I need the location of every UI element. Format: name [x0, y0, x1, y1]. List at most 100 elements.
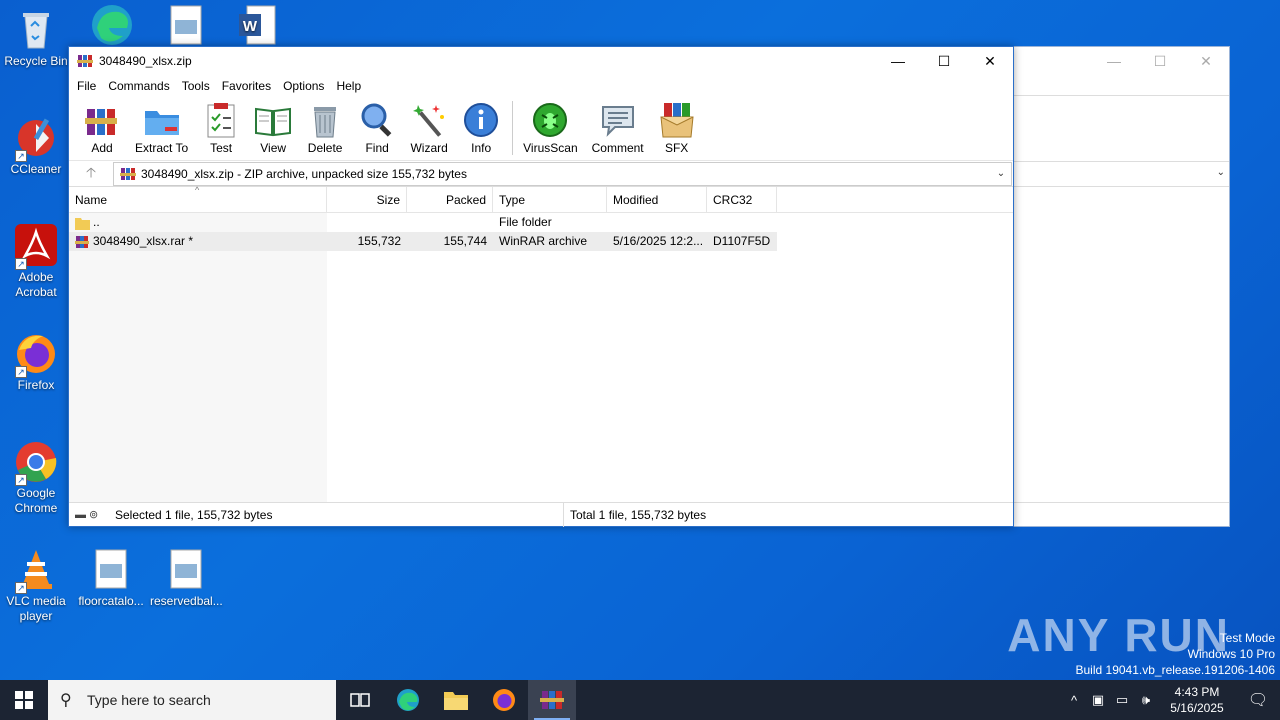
column-packed[interactable]: Packed: [407, 186, 493, 213]
virusscan-button[interactable]: VirusScan: [519, 97, 581, 155]
drive-icons[interactable]: ▬ ⊚: [69, 508, 113, 521]
maximize-button[interactable]: ☐: [921, 47, 967, 75]
desktop-icon-label: Recycle Bin: [4, 54, 68, 68]
extract-to-button[interactable]: Extract To: [131, 97, 192, 155]
taskbar-edge[interactable]: [384, 680, 432, 720]
winrar-window[interactable]: 3048490_xlsx.zip — ☐ ✕ File Commands Too…: [68, 46, 1014, 527]
info-button[interactable]: Info: [458, 97, 504, 155]
desktop-icon-firefox[interactable]: ↗ Firefox: [0, 330, 72, 393]
view-button[interactable]: View: [250, 97, 296, 155]
close-button[interactable]: ✕: [967, 47, 1013, 75]
test-button[interactable]: Test: [198, 97, 244, 155]
info-label: Info: [471, 141, 492, 155]
up-arrow-icon[interactable]: 🡡: [69, 162, 113, 186]
image-file-icon: [163, 546, 209, 592]
sfx-icon: [660, 103, 694, 138]
os-info-line: Build 19041.vb_release.191206-1406: [1075, 663, 1276, 677]
image-file-icon: [163, 2, 209, 48]
desktop-icon-google-chrome[interactable]: ↗ Google Chrome: [0, 438, 72, 516]
desktop-icon-recycle-bin[interactable]: Recycle Bin: [0, 6, 72, 69]
shortcut-arrow-icon: ↗: [15, 258, 27, 270]
volume-icon[interactable]: 🕪: [1134, 692, 1158, 708]
column-modified[interactable]: Modified: [607, 186, 707, 213]
desktop-icon-label: floorcatalo...: [78, 594, 144, 608]
network-icon[interactable]: ▭: [1110, 692, 1134, 708]
file-list[interactable]: .. File folder 3048490_xlsx.rar * 155,73…: [69, 213, 1013, 525]
winrar-app-icon: [77, 55, 93, 67]
column-crc32[interactable]: CRC32: [707, 186, 777, 213]
start-button[interactable]: [0, 680, 48, 720]
sfx-button[interactable]: SFX: [654, 97, 700, 155]
row-packed: [407, 213, 493, 232]
menu-favorites[interactable]: Favorites: [220, 79, 279, 93]
menu-file[interactable]: File: [75, 79, 104, 93]
title-bar[interactable]: 3048490_xlsx.zip — ☐ ✕: [69, 47, 1013, 75]
column-type[interactable]: Type: [493, 186, 607, 213]
vlc-icon: ↗: [13, 546, 59, 594]
menu-bar: File Commands Tools Favorites Options He…: [69, 75, 1013, 97]
search-placeholder: Type here to search: [87, 692, 211, 708]
desktop-icon-ccleaner[interactable]: ↗ CCleaner: [0, 114, 72, 177]
divider: [1014, 161, 1229, 162]
row-modified: [607, 213, 707, 232]
taskbar-winrar[interactable]: [528, 680, 576, 720]
device-icon[interactable]: ▣: [1086, 692, 1110, 708]
status-total: Total 1 file, 155,732 bytes: [570, 507, 707, 522]
task-view-button[interactable]: [336, 680, 384, 720]
add-label: Add: [91, 141, 113, 155]
minimize-button[interactable]: —: [875, 47, 921, 75]
menu-options[interactable]: Options: [281, 79, 332, 93]
wizard-icon: [413, 105, 445, 137]
windows-test-mode-info: Test Mode Windows 10 Pro Build 19041.vb_…: [1076, 630, 1276, 678]
desktop-icon-vlc[interactable]: ↗ VLC media player: [0, 546, 72, 624]
comment-button[interactable]: Comment: [588, 97, 648, 155]
clock-date: 5/16/2025: [1170, 701, 1224, 715]
desktop-icon-adobe-acrobat[interactable]: ↗ Adobe Acrobat: [0, 222, 72, 300]
taskbar-firefox[interactable]: [480, 680, 528, 720]
desktop-icon-image-file[interactable]: [150, 2, 222, 50]
name-column-background: [69, 213, 327, 525]
toolbar-separator: [512, 101, 514, 155]
desktop-icon-label: reservedbal...: [150, 594, 223, 608]
row-name: ..: [93, 215, 100, 229]
close-icon[interactable]: ✕: [1183, 47, 1229, 75]
minimize-icon[interactable]: —: [1091, 47, 1137, 75]
desktop-icon-edge[interactable]: [76, 2, 148, 50]
divider: [1014, 502, 1229, 503]
table-row[interactable]: 3048490_xlsx.rar * 155,732 155,744 WinRA…: [69, 232, 777, 251]
taskbar-clock[interactable]: 4:43 PM 5/16/2025: [1158, 684, 1236, 716]
desktop-icon-file-floorcatalog[interactable]: floorcatalo...: [75, 546, 147, 609]
background-window[interactable]: — ☐ ✕ ⌄: [1013, 46, 1230, 527]
row-name-cell: 3048490_xlsx.rar *: [69, 232, 327, 251]
taskbar-search-box[interactable]: ⚲ Type here to search: [48, 680, 336, 720]
delete-button[interactable]: Delete: [302, 97, 348, 155]
menu-commands[interactable]: Commands: [106, 79, 177, 93]
edge-icon: [397, 689, 419, 711]
address-bar: 🡡 3048490_xlsx.zip - ZIP archive, unpack…: [69, 161, 1013, 187]
menu-tools[interactable]: Tools: [180, 79, 218, 93]
taskbar-file-explorer[interactable]: [432, 680, 480, 720]
desktop-icon-file-reservedbal[interactable]: reservedbal...: [150, 546, 223, 609]
archive-path-text: 3048490_xlsx.zip - ZIP archive, unpacked…: [141, 166, 467, 181]
test-icon: [207, 103, 235, 138]
chevron-up-icon[interactable]: ^: [1062, 693, 1086, 708]
notification-icon[interactable]: 🗨: [1236, 690, 1280, 710]
clock-time: 4:43 PM: [1174, 685, 1220, 699]
desktop-icon-word-file[interactable]: W: [222, 2, 294, 50]
row-type: File folder: [499, 215, 552, 229]
maximize-icon[interactable]: ☐: [1137, 47, 1183, 75]
find-button[interactable]: Find: [354, 97, 400, 155]
chevron-down-icon[interactable]: ⌄: [991, 168, 1011, 179]
table-row[interactable]: .. File folder: [69, 213, 1013, 232]
extract-to-label: Extract To: [135, 141, 189, 155]
row-packed: 155,744: [443, 234, 487, 248]
firefox-icon: ↗: [13, 330, 59, 378]
path-dropdown[interactable]: 3048490_xlsx.zip - ZIP archive, unpacked…: [113, 161, 1012, 186]
shortcut-arrow-icon: ↗: [15, 474, 27, 486]
wizard-button[interactable]: Wizard: [406, 97, 452, 155]
column-size[interactable]: Size: [327, 186, 407, 213]
background-window-titlebar: — ☐ ✕: [1014, 47, 1229, 75]
add-button[interactable]: Add: [79, 97, 125, 155]
chevron-down-icon[interactable]: ⌄: [1217, 167, 1225, 178]
menu-help[interactable]: Help: [334, 79, 369, 93]
